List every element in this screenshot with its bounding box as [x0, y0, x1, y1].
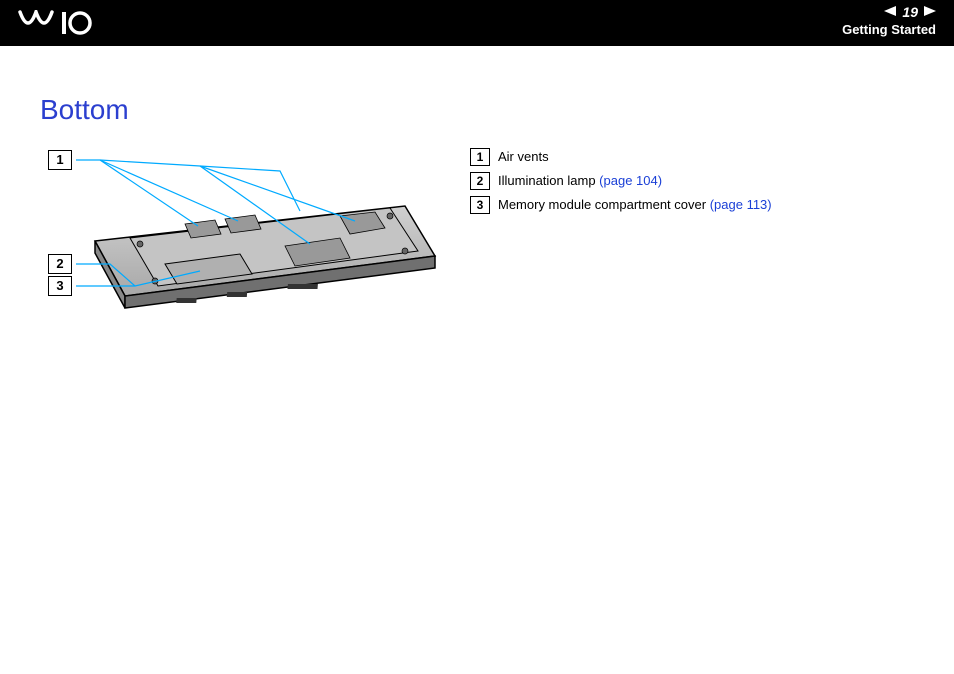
- vaio-logo: [18, 10, 128, 43]
- page-number: 19: [902, 4, 918, 20]
- legend-row: 1 Air vents: [470, 148, 914, 166]
- laptop-bottom-illustration: [40, 146, 440, 326]
- legend-num-2: 2: [470, 172, 490, 190]
- diagram-callout-3: 3: [48, 276, 72, 296]
- diagram-callout-2: 2: [48, 254, 72, 274]
- legend-text-3: Memory module compartment cover (page 11…: [498, 196, 772, 214]
- page-title: Bottom: [40, 94, 914, 126]
- legend-text-2: Illumination lamp (page 104): [498, 172, 662, 190]
- diagram-callout-1: 1: [48, 150, 72, 170]
- legend-link[interactable]: (page 104): [599, 173, 662, 188]
- legend-label: Memory module compartment cover: [498, 197, 706, 212]
- legend-link[interactable]: (page 113): [710, 197, 772, 212]
- bottom-diagram: 1 2 3: [40, 146, 440, 326]
- legend-label: Illumination lamp: [498, 173, 596, 188]
- header-bar: 19 Getting Started: [0, 0, 954, 46]
- section-label: Getting Started: [842, 22, 936, 37]
- legend-label: Air vents: [498, 149, 549, 164]
- page-content: Bottom: [0, 46, 954, 326]
- legend-row: 2 Illumination lamp (page 104): [470, 172, 914, 190]
- prev-page-arrow[interactable]: [884, 5, 896, 19]
- legend-num-1: 1: [470, 148, 490, 166]
- legend: 1 Air vents 2 Illumination lamp (page 10…: [470, 146, 914, 220]
- legend-text-1: Air vents: [498, 148, 549, 166]
- page-nav: 19 Getting Started: [842, 4, 936, 37]
- legend-num-3: 3: [470, 196, 490, 214]
- legend-row: 3 Memory module compartment cover (page …: [470, 196, 914, 214]
- next-page-arrow[interactable]: [924, 5, 936, 19]
